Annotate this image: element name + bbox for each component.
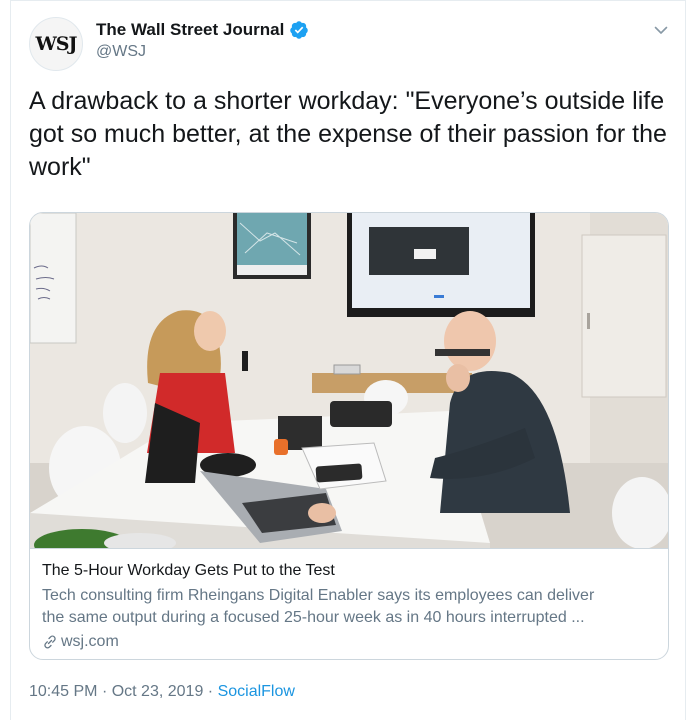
tweet-text: A drawback to a shorter workday: "Everyo… <box>29 87 667 181</box>
link-card[interactable]: The 5-Hour Workday Gets Put to the Test … <box>29 212 669 660</box>
verified-badge-icon <box>290 21 309 39</box>
tweet-meta: 10:45 PM · Oct 23, 2019 · SocialFlow <box>29 683 295 701</box>
article-photo <box>30 213 668 548</box>
avatar[interactable]: WSJ <box>29 17 83 71</box>
chevron-down-icon[interactable] <box>653 22 669 38</box>
link-card-domain-text[interactable]: wsj.com <box>61 633 119 651</box>
tweet-time[interactable]: 10:45 PM <box>29 683 97 700</box>
link-card-description-line-2: the same output during a focused 25-hour… <box>42 609 585 626</box>
link-card-description: Tech consulting firm Rheingans Digital E… <box>42 585 658 629</box>
author-name[interactable]: The Wall Street Journal <box>96 20 284 40</box>
tweet-card: WSJ The Wall Street Journal @WSJ A drawb… <box>10 0 686 720</box>
tweet-date[interactable]: Oct 23, 2019 <box>112 683 204 700</box>
link-card-info[interactable]: The 5-Hour Workday Gets Put to the Test … <box>30 548 668 659</box>
author-name-row[interactable]: The Wall Street Journal <box>96 20 309 40</box>
link-card-domain[interactable]: wsj.com <box>42 633 119 651</box>
link-icon <box>44 635 56 649</box>
link-card-description-line-1: Tech consulting firm Rheingans Digital E… <box>42 587 595 604</box>
meta-separator-2: · <box>207 683 214 700</box>
meta-separator-1: · <box>101 683 108 700</box>
tweet-source[interactable]: SocialFlow <box>218 683 295 700</box>
link-card-title[interactable]: The 5-Hour Workday Gets Put to the Test <box>42 562 335 580</box>
author-handle[interactable]: @WSJ <box>96 43 146 61</box>
top-divider <box>11 0 685 1</box>
